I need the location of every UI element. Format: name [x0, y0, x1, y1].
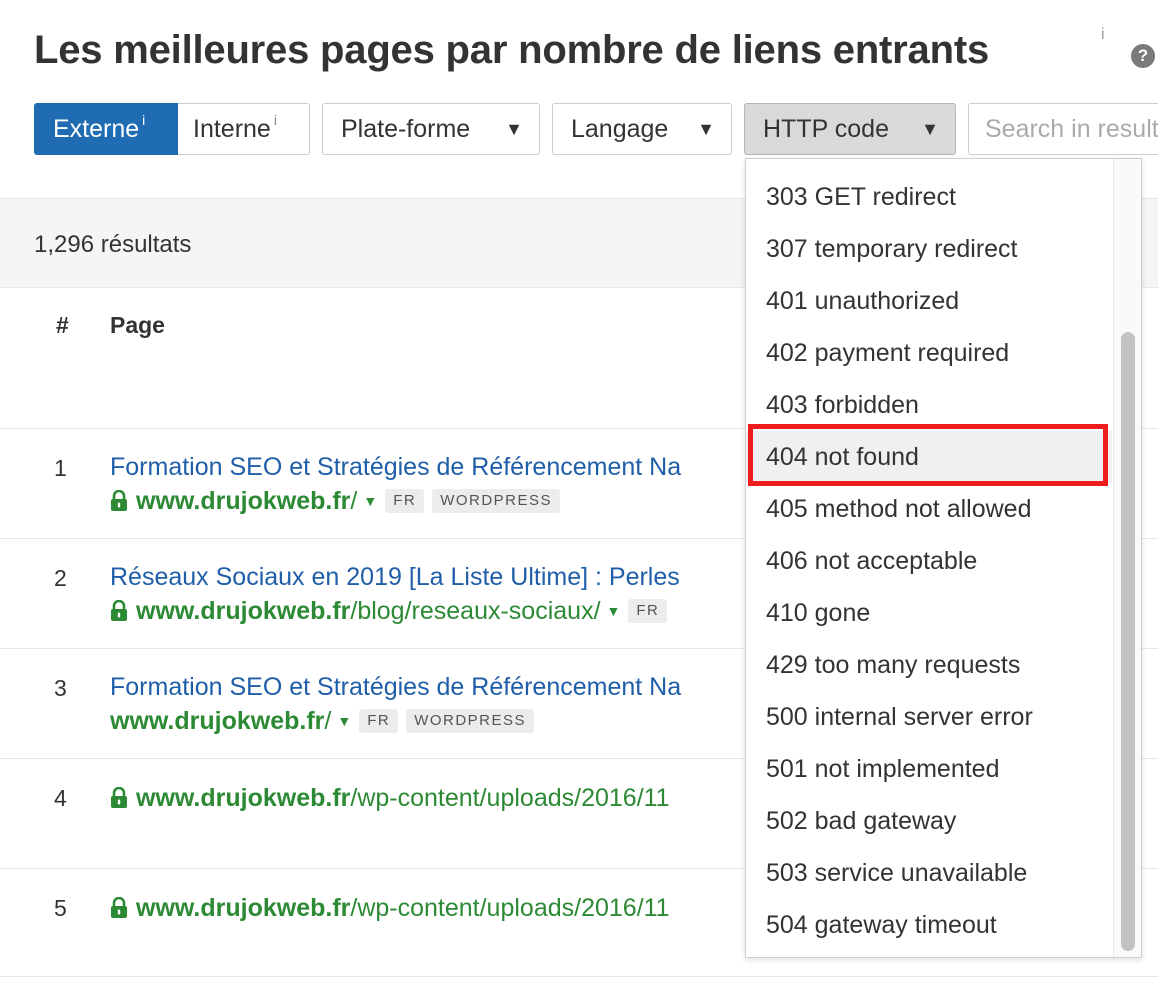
- http-code-dropdown[interactable]: HTTP code ▼: [744, 103, 956, 155]
- row-tag-badge: FR: [359, 709, 399, 733]
- chevron-down-icon: ▼: [505, 119, 523, 139]
- url-menu-caret-icon[interactable]: ▼: [363, 493, 377, 509]
- row-tag-badge: FR: [385, 489, 425, 513]
- http-code-menu: 303 GET redirect 307 temporary redirect 40…: [745, 158, 1142, 958]
- url-domain-link[interactable]: www.drujokweb.fr: [136, 487, 350, 516]
- http-code-option[interactable]: 410 gone: [746, 587, 1112, 639]
- column-header-number[interactable]: #: [56, 312, 69, 339]
- scrollbar-thumb[interactable]: [1121, 332, 1135, 951]
- results-count: 1,296 résultats: [34, 231, 192, 258]
- row-number: 1: [54, 455, 67, 481]
- row-number: 3: [54, 675, 67, 701]
- http-code-option[interactable]: 404 not found: [746, 431, 1112, 483]
- platform-dropdown[interactable]: Plate-forme ▼: [322, 103, 540, 155]
- page-url: www.drujokweb.fr/wp-content/uploads/2016…: [110, 893, 670, 923]
- http-code-label: HTTP code: [763, 115, 889, 143]
- http-code-option[interactable]: 402 payment required: [746, 327, 1112, 379]
- url-path-link[interactable]: /blog/reseaux-sociaux/: [350, 597, 600, 626]
- language-label: Langage: [571, 115, 669, 143]
- lock-icon: [110, 600, 128, 622]
- page-url: www.drujokweb.fr / ▼ FR WORDPRESS: [110, 486, 561, 516]
- http-code-option[interactable]: 303 GET redirect: [746, 171, 1112, 223]
- url-menu-caret-icon[interactable]: ▼: [607, 603, 621, 619]
- url-domain-link[interactable]: www.drujokweb.fr: [110, 707, 324, 736]
- url-domain-link[interactable]: www.drujokweb.fr: [136, 894, 350, 923]
- lock-icon: [110, 897, 128, 919]
- page-title-link[interactable]: Formation SEO et Stratégies de Référence…: [110, 453, 681, 482]
- title-info-icon[interactable]: i: [1101, 26, 1105, 44]
- page-url: www.drujokweb.fr / ▼ FR WORDPRESS: [110, 706, 535, 736]
- help-icon[interactable]: ?: [1131, 44, 1155, 68]
- http-code-option[interactable]: 503 service unavailable: [746, 847, 1112, 899]
- table-divider: [0, 976, 1158, 977]
- url-domain-link[interactable]: www.drujokweb.fr: [136, 597, 350, 626]
- row-number: 4: [54, 785, 67, 811]
- search-input[interactable]: [968, 103, 1158, 155]
- http-code-option[interactable]: 406 not acceptable: [746, 535, 1112, 587]
- http-code-option[interactable]: 403 forbidden: [746, 379, 1112, 431]
- lock-icon: [110, 787, 128, 809]
- internal-label: Interne: [193, 115, 271, 143]
- row-number: 5: [54, 895, 67, 921]
- external-toggle-button[interactable]: Externe i: [34, 103, 178, 155]
- http-code-option[interactable]: 502 bad gateway: [746, 795, 1112, 847]
- page-title-link[interactable]: Formation SEO et Stratégies de Référence…: [110, 673, 681, 702]
- page-title: Les meilleures pages par nombre de liens…: [34, 28, 989, 72]
- http-code-option[interactable]: 429 too many requests: [746, 639, 1112, 691]
- url-path-link[interactable]: /wp-content/uploads/2016/11: [350, 894, 669, 923]
- row-tag-badge: WORDPRESS: [432, 489, 561, 513]
- column-header-page[interactable]: Page: [110, 312, 165, 339]
- url-path-link[interactable]: /: [324, 707, 331, 736]
- http-code-option[interactable]: 405 method not allowed: [746, 483, 1112, 535]
- page-title-link[interactable]: Réseaux Sociaux en 2019 [La Liste Ultime…: [110, 563, 680, 592]
- http-code-option[interactable]: 500 internal server error: [746, 691, 1112, 743]
- http-code-option[interactable]: 501 not implemented: [746, 743, 1112, 795]
- internal-info-icon: i: [273, 112, 277, 128]
- chevron-down-icon: ▼: [921, 119, 939, 139]
- external-info-icon: i: [142, 112, 146, 128]
- http-code-option[interactable]: 307 temporary redirect: [746, 223, 1112, 275]
- internal-toggle-button[interactable]: Interne i: [178, 103, 310, 155]
- http-code-option[interactable]: 401 unauthorized: [746, 275, 1112, 327]
- row-tag-badge: FR: [628, 599, 668, 623]
- row-tag-badge: WORDPRESS: [406, 709, 535, 733]
- page-url: www.drujokweb.fr/blog/reseaux-sociaux/ ▼ F…: [110, 596, 668, 626]
- url-domain-link[interactable]: www.drujokweb.fr: [136, 784, 350, 813]
- language-dropdown[interactable]: Langage ▼: [552, 103, 732, 155]
- url-path-link[interactable]: /wp-content/uploads/2016/11: [350, 784, 669, 813]
- lock-icon: [110, 490, 128, 512]
- row-number: 2: [54, 565, 67, 591]
- http-code-option[interactable]: 504 gateway timeout: [746, 899, 1112, 951]
- page-url: www.drujokweb.fr/wp-content/uploads/2016…: [110, 783, 670, 813]
- platform-label: Plate-forme: [341, 115, 471, 143]
- url-path-link[interactable]: /: [350, 487, 357, 516]
- external-label: Externe: [53, 115, 140, 143]
- chevron-down-icon: ▼: [697, 119, 715, 139]
- url-menu-caret-icon[interactable]: ▼: [337, 713, 351, 729]
